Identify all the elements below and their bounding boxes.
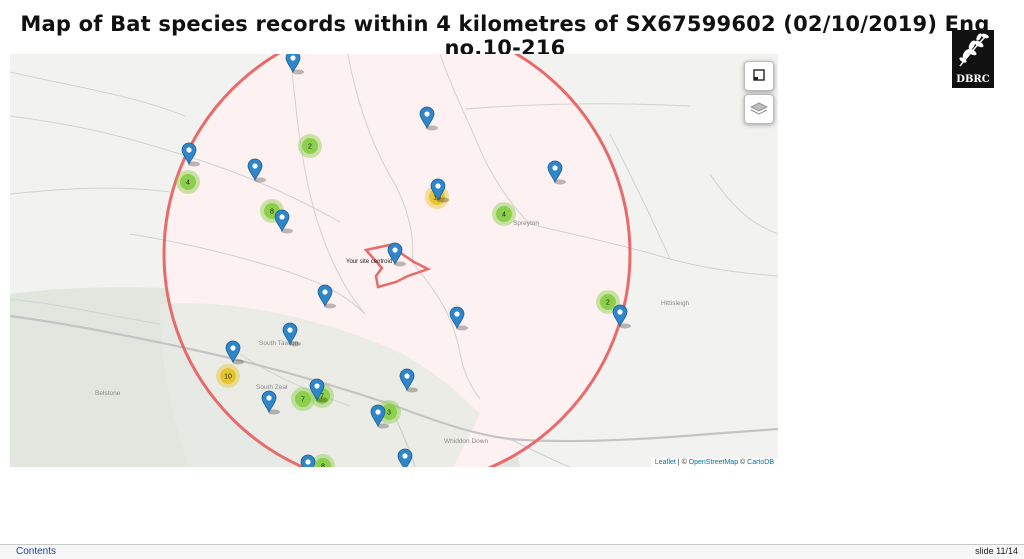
place-label: Hittisleigh bbox=[661, 300, 690, 307]
pin-dot bbox=[322, 289, 328, 295]
contents-link[interactable]: Contents bbox=[16, 546, 56, 557]
record-cluster[interactable]: 4 bbox=[492, 202, 516, 226]
cluster-count: 4 bbox=[186, 179, 190, 186]
pin-dot bbox=[404, 373, 410, 379]
map-view[interactable]: Your site centroid South Tawton South Zea… bbox=[10, 54, 778, 467]
cluster-count: 2 bbox=[308, 143, 312, 150]
pin-dot bbox=[230, 345, 236, 351]
cartodb-link[interactable]: CartoDB bbox=[747, 459, 774, 466]
site-centroid-label: Your site centroid bbox=[346, 259, 392, 265]
cluster-count: 2 bbox=[606, 299, 610, 306]
record-cluster[interactable]: 10 bbox=[216, 364, 240, 388]
cluster-count: 7 bbox=[301, 396, 305, 403]
pin-dot bbox=[435, 183, 441, 189]
place-label: South Zeal bbox=[256, 384, 288, 391]
place-label: Whiddon Down bbox=[444, 438, 488, 445]
fullscreen-button[interactable] bbox=[744, 61, 774, 91]
pin-dot bbox=[402, 453, 408, 459]
cluster-count: 4 bbox=[502, 211, 506, 218]
dbrc-logo: DBRC bbox=[952, 30, 994, 88]
pin-dot bbox=[392, 247, 398, 253]
pin-dot bbox=[290, 55, 296, 61]
cluster-count: 3 bbox=[387, 409, 391, 416]
logo-text: DBRC bbox=[956, 74, 990, 85]
leaf-sprig-icon bbox=[959, 33, 989, 67]
pin-dot bbox=[375, 409, 381, 415]
attribution-separator: | © bbox=[675, 459, 689, 466]
cluster-count: 10 bbox=[224, 373, 232, 380]
layers-icon bbox=[750, 102, 768, 115]
slide-footer: Contents slide 11/14 bbox=[0, 544, 1024, 559]
record-cluster[interactable]: 2 bbox=[298, 134, 322, 158]
page-title: Map of Bat species records within 4 kilo… bbox=[20, 12, 990, 60]
pin-dot bbox=[314, 383, 320, 389]
pin-dot bbox=[252, 163, 258, 169]
slide-number: slide 11/14 bbox=[975, 546, 1018, 556]
layers-button[interactable] bbox=[744, 94, 774, 124]
cluster-count: 8 bbox=[321, 463, 325, 467]
pin-dot bbox=[186, 147, 192, 153]
place-label: Spreyton bbox=[513, 220, 539, 227]
pin-dot bbox=[266, 395, 272, 401]
fullscreen-icon bbox=[753, 69, 765, 81]
map-attribution: Leaflet | © OpenStreetMap © CartoDB bbox=[650, 458, 778, 467]
pin-dot bbox=[552, 165, 558, 171]
leaflet-link[interactable]: Leaflet bbox=[655, 459, 676, 466]
map-canvas[interactable]: Your site centroid South TawtonSouth Zea… bbox=[10, 54, 778, 467]
pin-dot bbox=[617, 309, 623, 315]
pin-dot bbox=[287, 327, 293, 333]
pin-dot bbox=[424, 111, 430, 117]
pin-dot bbox=[454, 311, 460, 317]
attribution-separator: © bbox=[738, 459, 748, 466]
place-label: Belstone bbox=[95, 390, 121, 397]
record-cluster[interactable]: 4 bbox=[176, 170, 200, 194]
pin-dot bbox=[279, 214, 285, 220]
pin-dot bbox=[305, 459, 311, 465]
openstreetmap-link[interactable]: OpenStreetMap bbox=[689, 459, 738, 466]
cluster-count: 8 bbox=[270, 208, 274, 215]
